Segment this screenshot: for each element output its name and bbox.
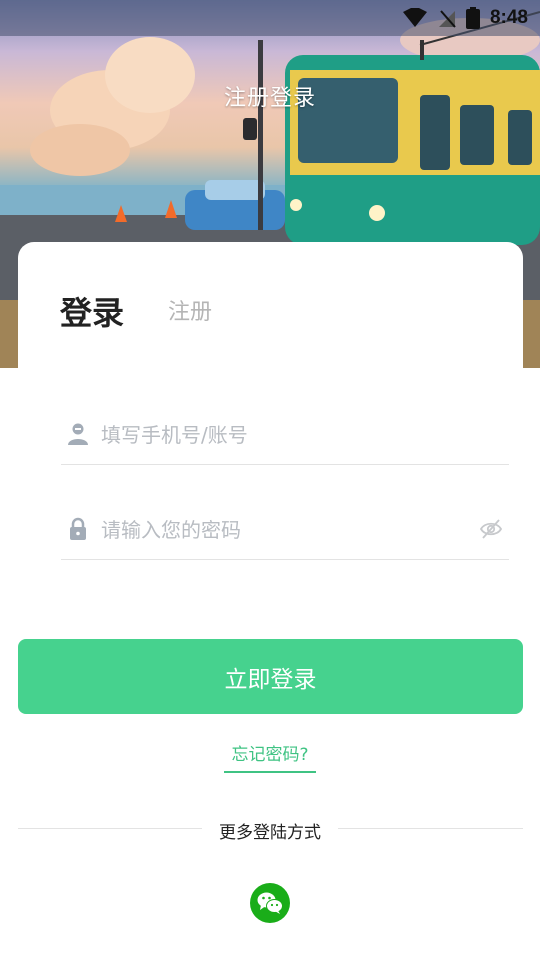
divider-left — [18, 828, 202, 829]
page-title: 注册登录 — [223, 86, 316, 111]
status-time: 8:48 — [489, 7, 528, 28]
password-field — [61, 503, 509, 560]
signal-icon — [438, 10, 456, 28]
account-field — [61, 408, 509, 465]
status-bar: 8:48 — [0, 0, 540, 36]
wechat-login-button[interactable] — [250, 883, 290, 923]
more-login-label: 更多登陆方式 — [219, 823, 321, 843]
password-input[interactable] — [101, 513, 461, 547]
wechat-icon — [257, 892, 283, 914]
lock-icon — [70, 517, 86, 540]
tab-register[interactable]: 注册 — [168, 294, 212, 326]
user-icon — [68, 423, 88, 445]
battery-icon — [465, 7, 480, 29]
tab-login[interactable]: 登录 — [60, 288, 124, 334]
divider-right — [338, 828, 523, 829]
forgot-password-link[interactable]: 忘记密码? — [224, 740, 316, 773]
account-input[interactable] — [101, 418, 461, 452]
login-button[interactable]: 立即登录 — [18, 639, 523, 714]
eye-off-icon[interactable] — [479, 517, 503, 541]
wifi-icon — [402, 8, 427, 27]
